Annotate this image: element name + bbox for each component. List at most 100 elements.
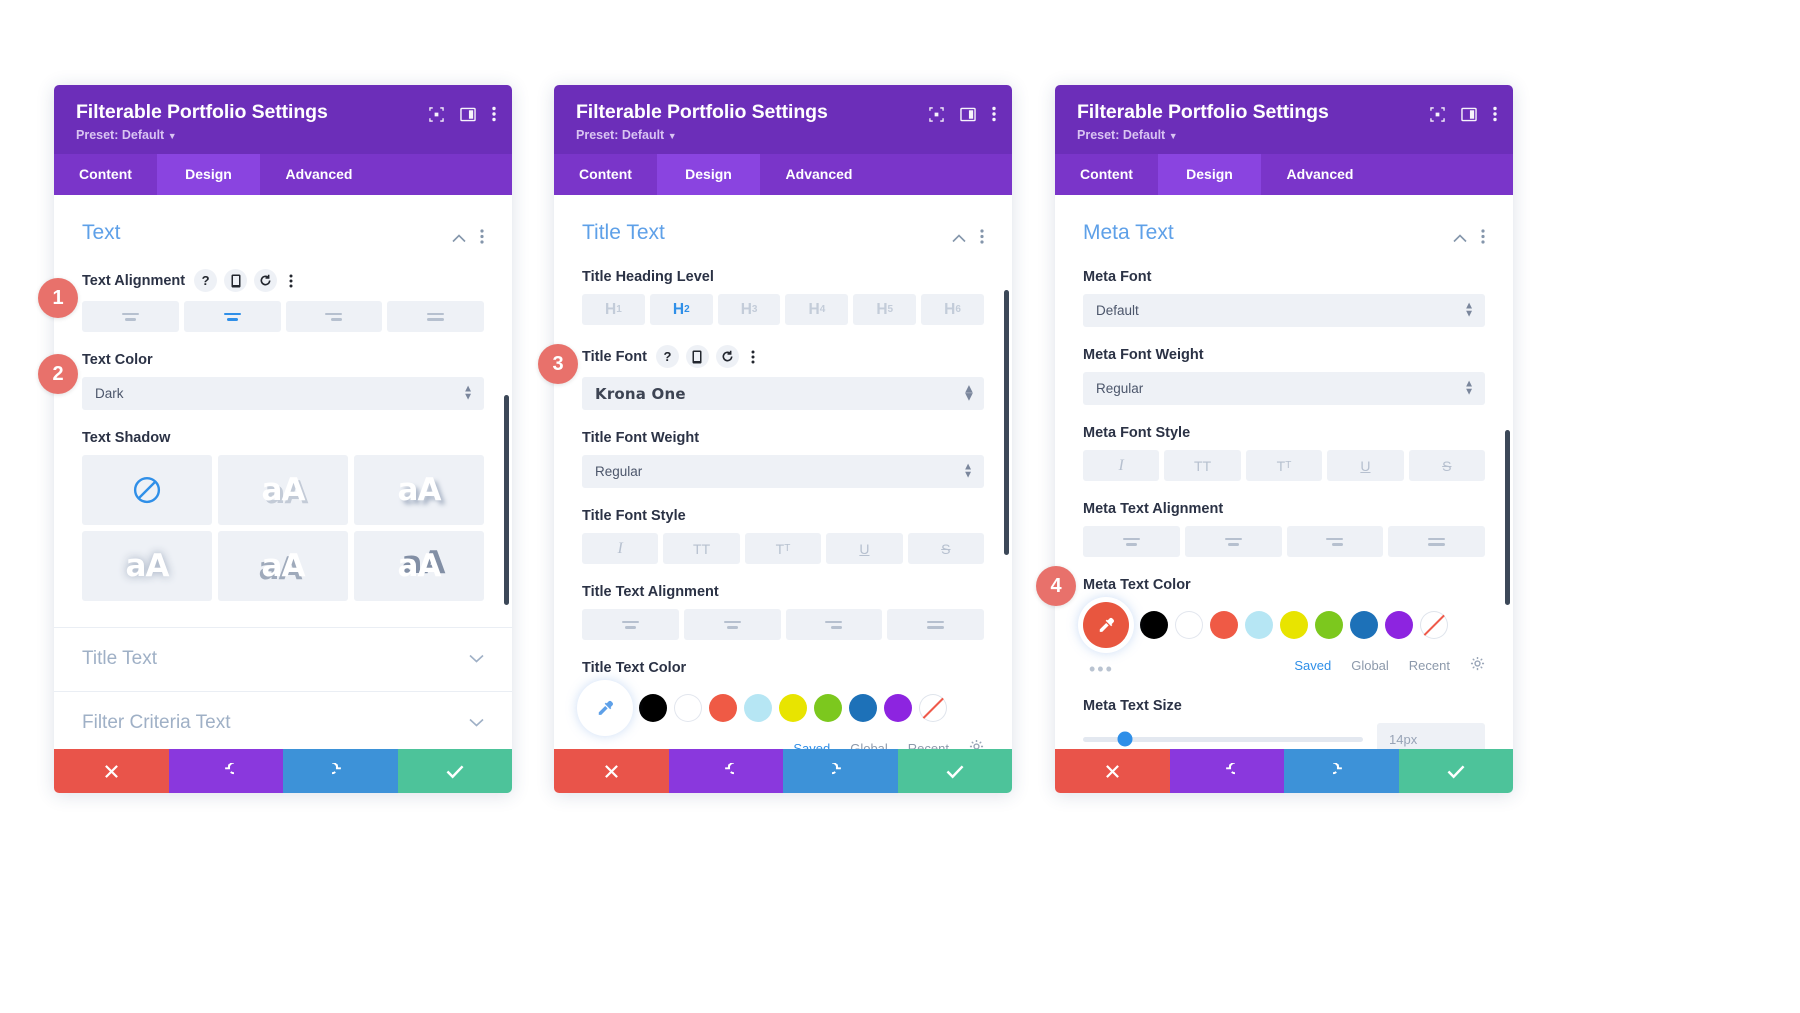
preset-selector[interactable]: Preset: Default ▼ — [76, 128, 492, 142]
section-more-icon[interactable] — [1481, 229, 1485, 249]
color-swatch-white[interactable] — [674, 694, 702, 723]
color-swatch-yellow[interactable] — [1280, 611, 1308, 640]
layout-columns-icon[interactable] — [960, 107, 976, 122]
align-right-button[interactable] — [285, 301, 383, 333]
collapse-chevron-icon[interactable] — [952, 230, 966, 248]
section-more-icon[interactable] — [480, 229, 484, 249]
tab-advanced[interactable]: Advanced — [260, 154, 378, 195]
color-swatch-black[interactable] — [639, 694, 667, 723]
meta-text-size-slider[interactable] — [1083, 731, 1363, 747]
font-style-strikethrough-button[interactable]: S — [1408, 450, 1486, 482]
field-more-icon[interactable] — [746, 345, 760, 368]
redo-button[interactable] — [283, 749, 398, 793]
text-shadow-option-3[interactable]: aA — [82, 531, 212, 602]
color-swatch-blue[interactable] — [1350, 611, 1378, 640]
more-vertical-icon[interactable] — [992, 106, 996, 122]
text-shadow-option-1[interactable]: aA — [218, 455, 348, 526]
recent-colors-link[interactable]: Recent — [908, 741, 949, 749]
heading-level-h4[interactable]: H4 — [785, 294, 849, 326]
tab-design[interactable]: Design — [1158, 154, 1261, 196]
tab-content[interactable]: Content — [554, 154, 657, 195]
align-center-button[interactable] — [183, 301, 281, 333]
font-style-italic-button[interactable]: I — [1083, 450, 1160, 482]
preset-selector[interactable]: Preset: Default ▼ — [1077, 128, 1493, 142]
font-style-italic-button[interactable]: I — [582, 533, 659, 565]
font-style-underline-button[interactable]: U — [1327, 450, 1404, 482]
color-swatch-coral[interactable] — [709, 694, 737, 723]
cancel-button[interactable] — [54, 749, 169, 793]
panel-scrollbar[interactable] — [1004, 290, 1009, 556]
font-style-underline-button[interactable]: U — [826, 533, 903, 565]
color-swatch-green[interactable] — [814, 694, 842, 723]
recent-colors-link[interactable]: Recent — [1409, 658, 1450, 673]
section-more-icon[interactable] — [980, 229, 984, 249]
font-style-smallcaps-button[interactable]: TT — [1245, 450, 1323, 482]
save-button[interactable] — [897, 749, 1012, 793]
align-justify-button[interactable] — [1388, 526, 1485, 558]
text-shadow-option-5[interactable]: aA — [354, 531, 484, 602]
align-left-button[interactable] — [1083, 526, 1180, 558]
cancel-button[interactable] — [1055, 749, 1170, 793]
color-swatch-purple[interactable] — [1385, 611, 1413, 640]
collapsed-section-title-text[interactable]: Title Text — [54, 627, 512, 691]
font-style-strikethrough-button[interactable]: S — [907, 533, 985, 565]
eyedropper-button[interactable] — [582, 685, 628, 732]
global-colors-link[interactable]: Global — [850, 741, 888, 749]
help-icon[interactable]: ? — [194, 269, 218, 293]
text-shadow-none-option[interactable] — [82, 455, 212, 526]
help-icon[interactable]: ? — [655, 345, 679, 369]
fullscreen-icon[interactable] — [1430, 106, 1445, 122]
global-colors-link[interactable]: Global — [1351, 658, 1389, 673]
more-colors-button[interactable]: ••• — [1089, 660, 1114, 678]
collapsed-section-filter-criteria-text[interactable]: Filter Criteria Text — [54, 691, 512, 749]
gear-icon[interactable] — [969, 739, 984, 749]
layout-columns-icon[interactable] — [1461, 107, 1477, 122]
eyedropper-button[interactable] — [1083, 602, 1129, 649]
more-vertical-icon[interactable] — [492, 106, 496, 122]
text-shadow-option-2[interactable]: aA — [354, 455, 484, 526]
title-font-select[interactable]: Krona One ▲ ▼ — [582, 377, 984, 411]
tab-content[interactable]: Content — [54, 154, 157, 195]
redo-button[interactable] — [1284, 749, 1399, 793]
tab-design[interactable]: Design — [657, 154, 760, 196]
align-right-button[interactable] — [785, 609, 883, 641]
color-swatch-yellow[interactable] — [779, 694, 807, 723]
panel-scrollbar[interactable] — [504, 395, 509, 606]
align-left-button[interactable] — [82, 301, 179, 333]
heading-level-h5[interactable]: H5 — [853, 294, 917, 326]
meta-font-weight-select[interactable]: Regular ▲ ▼ — [1083, 372, 1485, 406]
tab-design[interactable]: Design — [157, 154, 260, 196]
redo-button[interactable] — [783, 749, 898, 793]
font-style-uppercase-button[interactable]: TT — [1164, 450, 1241, 482]
heading-level-h6[interactable]: H6 — [921, 294, 984, 326]
color-swatch-transparent[interactable] — [919, 694, 947, 723]
preset-selector[interactable]: Preset: Default ▼ — [576, 128, 992, 142]
color-swatch-light-blue[interactable] — [1245, 611, 1273, 640]
tab-advanced[interactable]: Advanced — [760, 154, 878, 195]
align-justify-button[interactable] — [387, 301, 484, 333]
title-font-weight-select[interactable]: Regular ▲ ▼ — [582, 455, 984, 489]
responsive-mobile-icon[interactable] — [224, 269, 248, 293]
reset-icon[interactable] — [715, 345, 739, 369]
color-swatch-green[interactable] — [1315, 611, 1343, 640]
undo-button[interactable] — [668, 749, 783, 793]
align-left-button[interactable] — [582, 609, 679, 641]
tab-content[interactable]: Content — [1055, 154, 1158, 195]
align-right-button[interactable] — [1286, 526, 1384, 558]
save-button[interactable] — [1398, 749, 1513, 793]
cancel-button[interactable] — [554, 749, 669, 793]
heading-level-h3[interactable]: H3 — [717, 294, 781, 326]
undo-button[interactable] — [1169, 749, 1284, 793]
saved-colors-link[interactable]: Saved — [793, 741, 830, 749]
font-style-uppercase-button[interactable]: TT — [663, 533, 740, 565]
undo-button[interactable] — [168, 749, 283, 793]
text-shadow-option-4[interactable]: aA — [218, 531, 348, 602]
layout-columns-icon[interactable] — [460, 107, 476, 122]
more-colors-button[interactable]: ••• — [588, 743, 613, 749]
align-center-button[interactable] — [683, 609, 781, 641]
color-swatch-light-blue[interactable] — [744, 694, 772, 723]
heading-level-h1[interactable]: H1 — [582, 294, 645, 326]
color-swatch-coral[interactable] — [1210, 611, 1238, 640]
meta-text-size-input[interactable]: 14px — [1377, 723, 1485, 749]
color-swatch-white[interactable] — [1175, 611, 1203, 640]
